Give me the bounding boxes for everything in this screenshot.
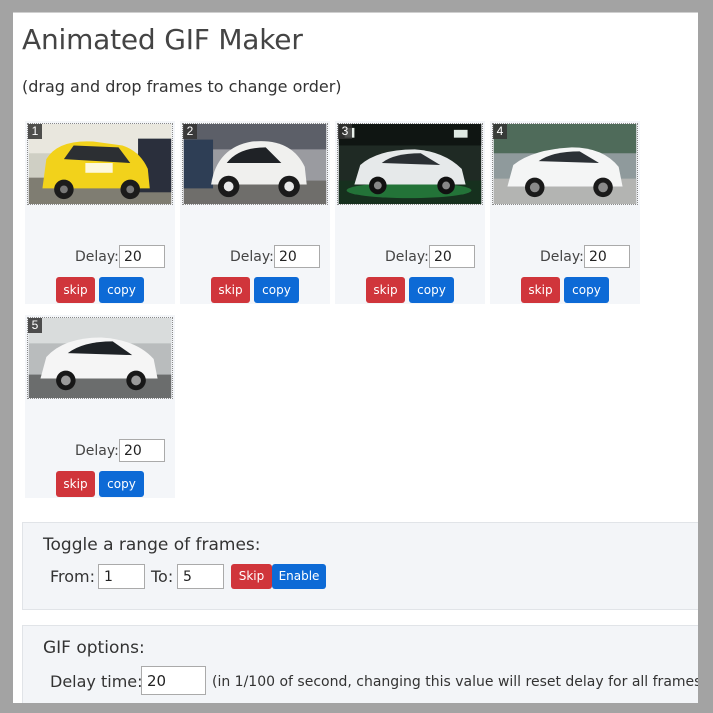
delay-label: Delay: xyxy=(385,249,429,265)
frame-number: 5 xyxy=(28,318,42,333)
skip-range-button[interactable]: Skip xyxy=(231,564,272,589)
copy-frame-button[interactable]: copy xyxy=(99,277,144,303)
white-hatchback-image xyxy=(28,318,172,398)
frame-number: 4 xyxy=(493,124,507,139)
page-subtitle: (drag and drop frames to change order) xyxy=(22,77,342,96)
skip-frame-button[interactable]: skip xyxy=(56,471,95,497)
frame-card-4[interactable]: 4 Delay: skip copy xyxy=(490,121,640,304)
enable-range-button[interactable]: Enable xyxy=(272,564,326,589)
frame-number: 2 xyxy=(183,124,197,139)
delay-input[interactable] xyxy=(119,245,165,268)
skip-frame-button[interactable]: skip xyxy=(211,277,250,303)
from-label: From: xyxy=(50,567,96,586)
delay-input[interactable] xyxy=(584,245,630,268)
delay-input[interactable] xyxy=(429,245,475,268)
frame-thumbnail-2[interactable]: 2 xyxy=(182,123,328,205)
frame-card-3[interactable]: 3 Delay: skip copy xyxy=(335,121,485,304)
copy-frame-button[interactable]: copy xyxy=(254,277,299,303)
delay-time-label: Delay time: xyxy=(50,672,143,691)
white-microcar-image xyxy=(183,124,327,204)
frame-card-1[interactable]: 1 Delay: skip copy xyxy=(25,121,175,304)
delay-label: Delay: xyxy=(75,443,119,459)
toggle-range-title: Toggle a range of frames: xyxy=(43,535,261,555)
delay-label: Delay: xyxy=(540,249,584,265)
copy-frame-button[interactable]: copy xyxy=(409,277,454,303)
white-suv-showroom-image xyxy=(338,124,482,204)
delay-time-hint: (in 1/100 of second, changing this value… xyxy=(212,674,698,690)
frame-card-2[interactable]: 2 Delay: skip copy xyxy=(180,121,330,304)
to-label: To: xyxy=(151,567,174,586)
page-title: Animated GIF Maker xyxy=(22,23,303,56)
yellow-car-image xyxy=(28,124,172,204)
skip-frame-button[interactable]: skip xyxy=(56,277,95,303)
frame-thumbnail-4[interactable]: 4 xyxy=(492,123,638,205)
delay-label: Delay: xyxy=(230,249,274,265)
delay-label: Delay: xyxy=(75,249,119,265)
frame-thumbnail-5[interactable]: 5 xyxy=(27,317,173,399)
frame-card-5[interactable]: 5 Delay: skip copy xyxy=(25,315,175,498)
copy-frame-button[interactable]: copy xyxy=(99,471,144,497)
gif-maker-page: Animated GIF Maker (drag and drop frames… xyxy=(13,12,698,703)
frame-thumbnail-1[interactable]: 1 xyxy=(27,123,173,205)
gif-options-title: GIF options: xyxy=(43,638,145,658)
frame-number: 1 xyxy=(28,124,42,139)
gif-options-panel: GIF options: Delay time: (in 1/100 of se… xyxy=(22,625,698,703)
delay-input[interactable] xyxy=(119,439,165,462)
skip-frame-button[interactable]: skip xyxy=(521,277,560,303)
toggle-range-panel: Toggle a range of frames: From: To: Skip… xyxy=(22,522,698,610)
from-frame-input[interactable] xyxy=(98,564,145,589)
delay-time-input[interactable] xyxy=(141,666,206,695)
copy-frame-button[interactable]: copy xyxy=(564,277,609,303)
delay-input[interactable] xyxy=(274,245,320,268)
skip-frame-button[interactable]: skip xyxy=(366,277,405,303)
frame-thumbnail-3[interactable]: 3 xyxy=(337,123,483,205)
to-frame-input[interactable] xyxy=(177,564,224,589)
white-suv-street-image xyxy=(493,124,637,204)
frame-number: 3 xyxy=(338,124,352,139)
